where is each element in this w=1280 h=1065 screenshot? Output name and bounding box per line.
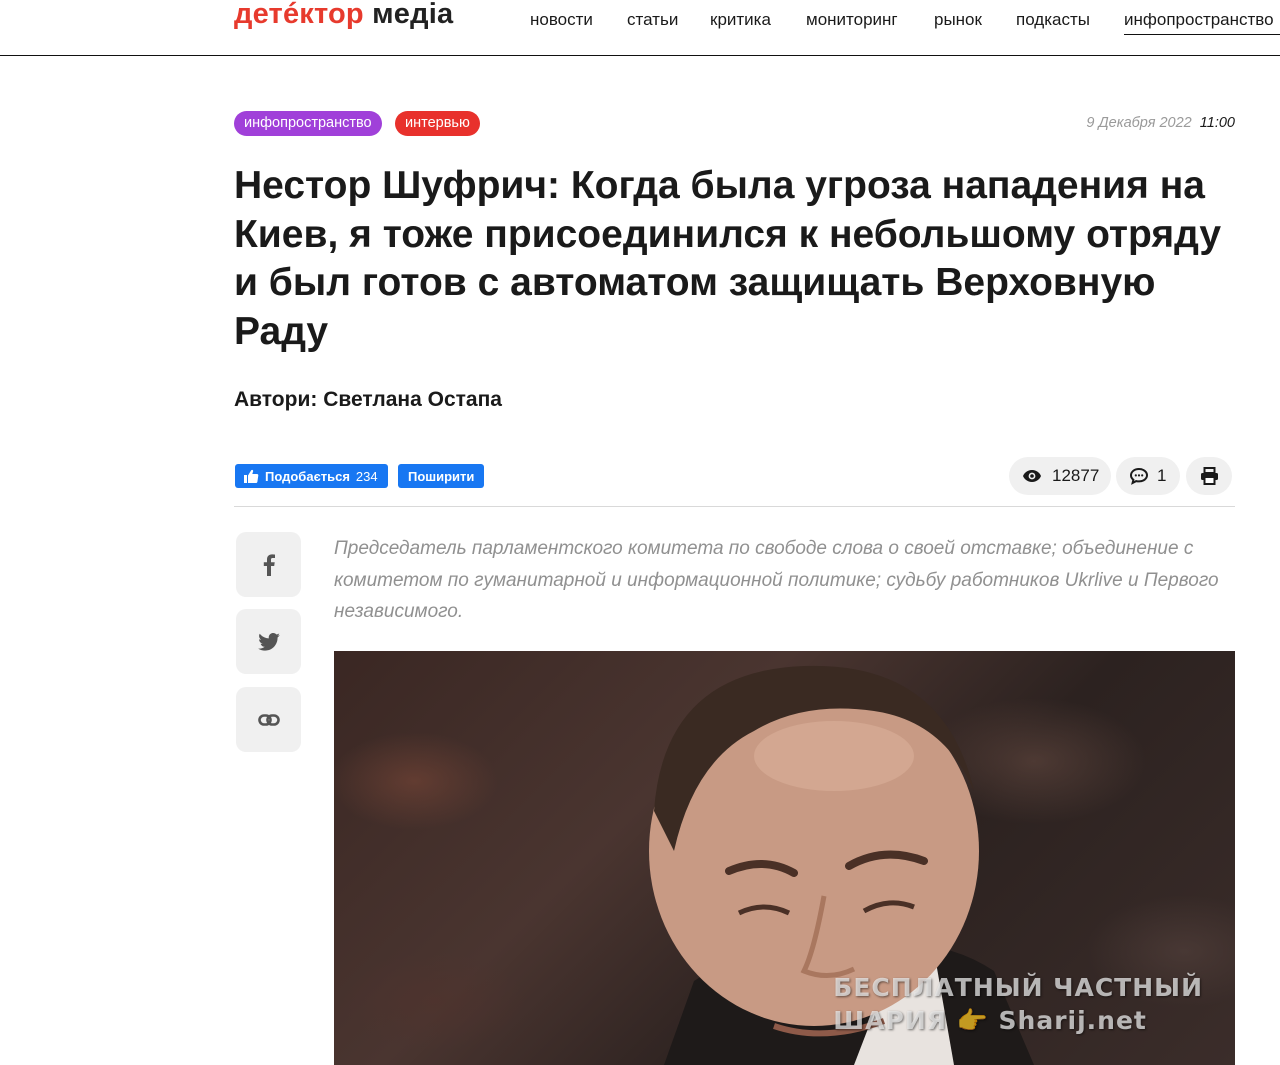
nav-item-podcasts[interactable]: подкасты — [1016, 10, 1090, 30]
eye-icon — [1023, 470, 1041, 482]
nav-item-market[interactable]: рынок — [934, 10, 982, 30]
facebook-share-button[interactable]: Поширити — [398, 464, 485, 488]
article-photo: БЕСПЛАТНЫЙ ЧАСТНЫЙ ШАРИЯ 👉 Sharij.net — [334, 651, 1235, 1065]
printer-icon — [1200, 467, 1218, 485]
nav-item-criticism[interactable]: критика — [710, 10, 771, 30]
tag-infospace[interactable]: инфопространство — [234, 111, 382, 136]
comments-counter[interactable]: 1 — [1116, 457, 1180, 495]
twitter-icon — [257, 632, 280, 651]
logo-part-media: медіа — [372, 0, 454, 30]
publish-date: 9 Декабря 2022 11:00 — [1086, 115, 1235, 131]
like-count: 234 — [355, 468, 378, 484]
link-icon — [257, 713, 280, 726]
article-lead: Председатель парламентского комитета по … — [334, 538, 1219, 622]
nav-item-infospace[interactable]: инфопространство — [1124, 10, 1280, 35]
like-label: Подобається — [265, 468, 350, 484]
print-button[interactable] — [1186, 457, 1232, 495]
views-count: 12877 — [1052, 466, 1100, 485]
site-header: детéктор медіа новости статьи критика мо… — [0, 0, 1280, 56]
views-counter: 12877 — [1009, 457, 1111, 495]
share-twitter-button[interactable] — [236, 609, 301, 674]
comments-count: 1 — [1157, 466, 1167, 485]
publish-time: 11:00 — [1199, 115, 1235, 131]
watermark: БЕСПЛАТНЫЙ ЧАСТНЫЙ ШАРИЯ 👉 Sharij.net — [833, 971, 1203, 1037]
watermark-line-1: БЕСПЛАТНЫЙ ЧАСТНЫЙ — [833, 973, 1203, 1002]
article-authors: Автори: Светлана Остапа — [234, 388, 502, 411]
logo-part-detector: детéктор — [234, 0, 364, 30]
nav-item-monitoring[interactable]: мониторинг — [806, 10, 898, 30]
facebook-icon — [263, 553, 275, 576]
share-facebook-button[interactable] — [236, 532, 301, 597]
thumbs-up-icon — [244, 469, 259, 483]
publish-date-day: 9 Декабря 2022 — [1086, 115, 1192, 131]
copy-link-button[interactable] — [236, 687, 301, 752]
facebook-like-button[interactable]: Подобається 234 — [235, 464, 388, 488]
nav-item-news[interactable]: новости — [530, 10, 593, 30]
tag-interview[interactable]: интервью — [395, 111, 480, 136]
social-bar-divider — [234, 506, 1235, 507]
site-logo[interactable]: детéктор медіа — [234, 0, 453, 38]
comment-icon — [1129, 467, 1149, 485]
watermark-line-2: ШАРИЯ 👉 Sharij.net — [833, 1006, 1147, 1035]
article-title: Нестор Шуфрич: Когда была угроза нападен… — [234, 164, 1222, 353]
nav-item-articles[interactable]: статьи — [627, 10, 678, 30]
